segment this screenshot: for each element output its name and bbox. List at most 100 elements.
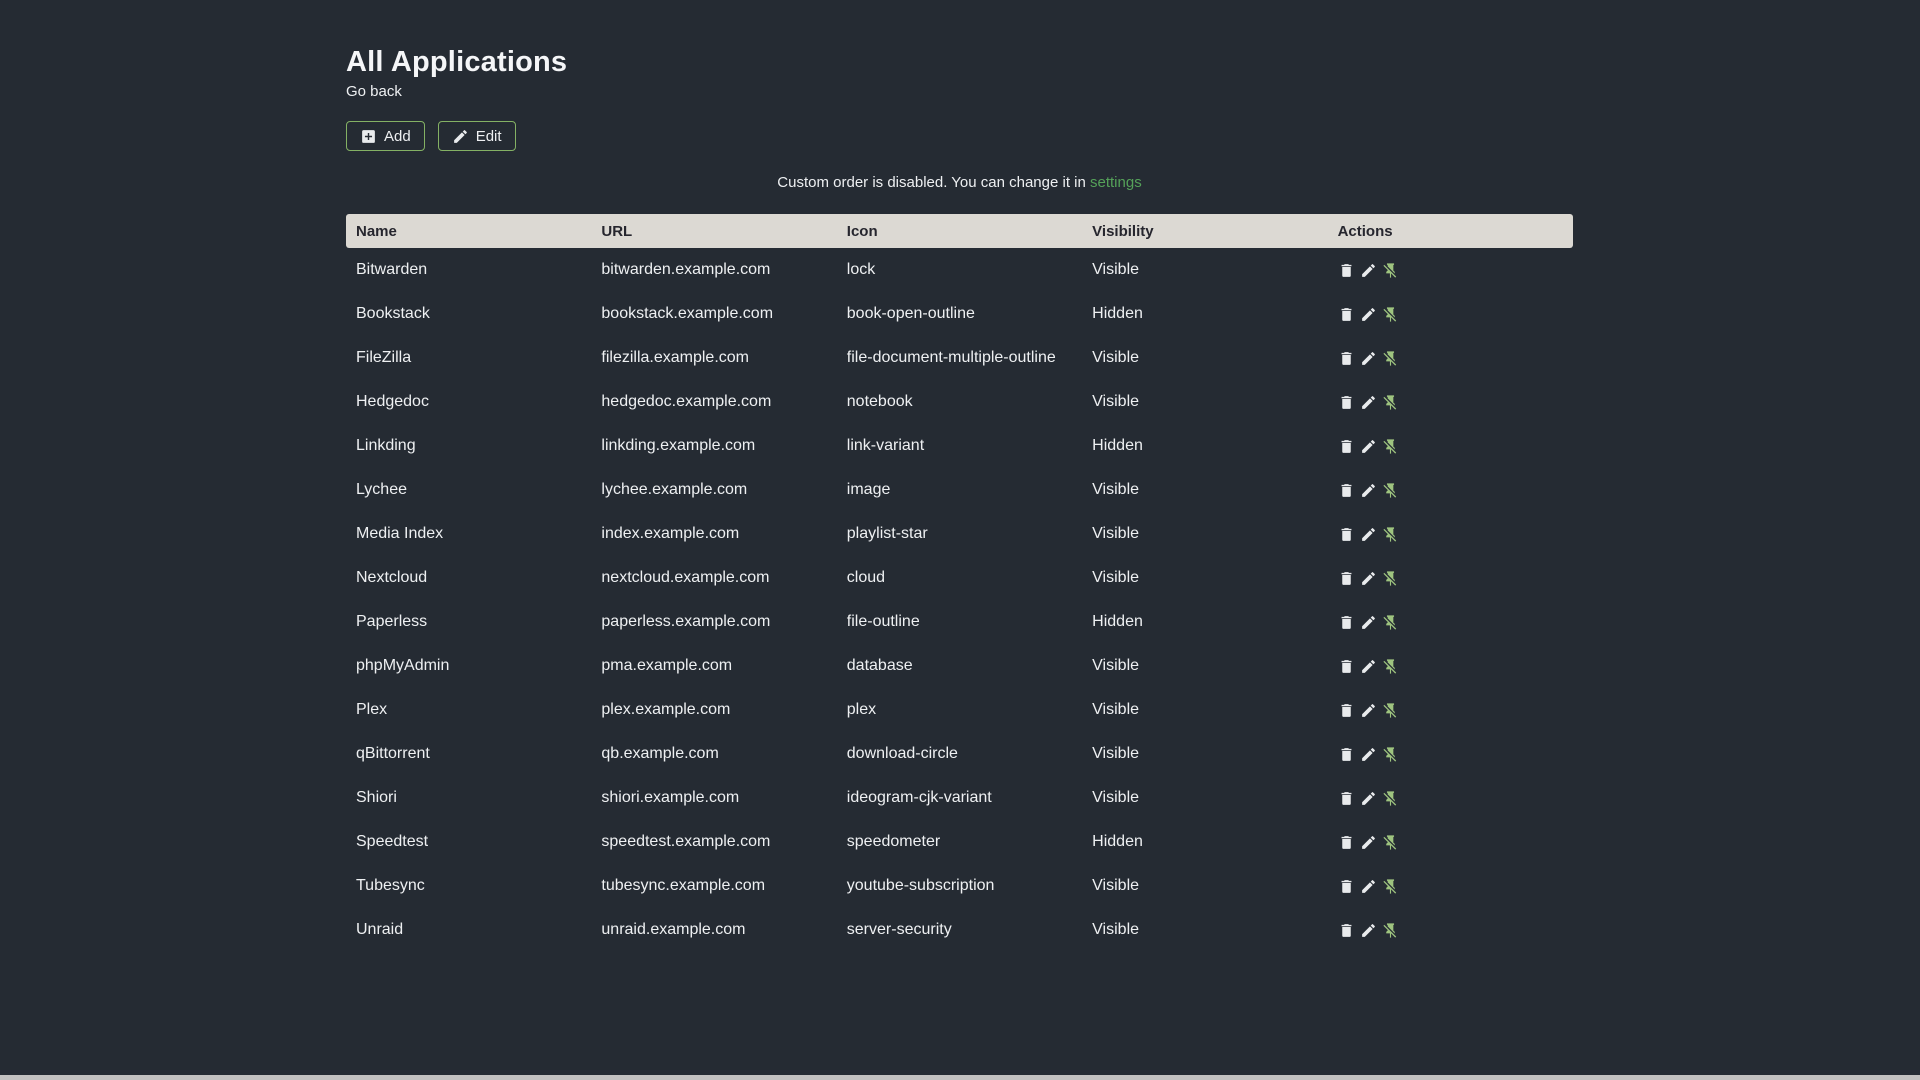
applications-table: Name URL Icon Visibility Actions Bitward…: [346, 214, 1573, 952]
app-icon-cell: database: [846, 657, 913, 674]
app-icon-cell: image: [846, 481, 891, 498]
delete-button[interactable]: [1338, 526, 1355, 543]
app-icon-cell: link-variant: [846, 437, 925, 454]
delete-button[interactable]: [1338, 350, 1355, 367]
settings-link[interactable]: settings: [1090, 174, 1142, 191]
unpin-button[interactable]: [1382, 922, 1399, 939]
app-visibility-cell: Hidden: [1092, 833, 1143, 850]
pin-off-icon: [1382, 262, 1396, 278]
delete-button[interactable]: [1338, 702, 1355, 719]
unpin-button[interactable]: [1382, 658, 1399, 675]
app-name-cell: Paperless: [356, 613, 428, 630]
app-icon-cell: book-open-outline: [846, 305, 975, 322]
pencil-icon: [1361, 483, 1375, 497]
pencil-icon: [1361, 879, 1375, 893]
edit-row-button[interactable]: [1360, 482, 1377, 499]
edit-row-button[interactable]: [1360, 306, 1377, 323]
trash-icon: [1341, 483, 1352, 497]
delete-button[interactable]: [1338, 658, 1355, 675]
trash-icon: [1341, 879, 1352, 893]
app-icon-cell: file-outline: [846, 613, 920, 630]
edit-row-button[interactable]: [1360, 658, 1377, 675]
pin-off-icon: [1382, 834, 1396, 850]
go-back-link[interactable]: Go back: [346, 83, 402, 101]
unpin-button[interactable]: [1382, 570, 1399, 587]
delete-button[interactable]: [1338, 878, 1355, 895]
delete-button[interactable]: [1338, 262, 1355, 279]
pencil-icon: [1361, 791, 1375, 805]
app-icon-cell: plex: [846, 701, 877, 718]
edit-row-button[interactable]: [1360, 834, 1377, 851]
app-url-cell: hedgedoc.example.com: [601, 393, 772, 410]
add-button[interactable]: Add: [346, 121, 425, 151]
unpin-button[interactable]: [1382, 350, 1399, 367]
table-row: Linkding linkding.example.com link-varia…: [346, 424, 1573, 468]
app-url-cell: qb.example.com: [601, 745, 719, 762]
edit-row-button[interactable]: [1360, 614, 1377, 631]
app-url-cell: unraid.example.com: [601, 921, 746, 938]
table-row: Bitwarden bitwarden.example.com lock Vis…: [346, 248, 1573, 292]
delete-button[interactable]: [1338, 790, 1355, 807]
edit-row-button[interactable]: [1360, 702, 1377, 719]
pin-off-icon: [1382, 790, 1396, 806]
delete-button[interactable]: [1338, 922, 1355, 939]
unpin-button[interactable]: [1382, 702, 1399, 719]
unpin-button[interactable]: [1382, 306, 1399, 323]
trash-icon: [1341, 923, 1352, 937]
pencil-icon: [1361, 351, 1375, 365]
edit-row-button[interactable]: [1360, 922, 1377, 939]
table-row: Tubesync tubesync.example.com youtube-su…: [346, 864, 1573, 908]
delete-button[interactable]: [1338, 570, 1355, 587]
unpin-button[interactable]: [1382, 482, 1399, 499]
app-actions-cell: [1328, 790, 1573, 807]
column-header-visibility: Visibility: [1092, 222, 1154, 240]
unpin-button[interactable]: [1382, 834, 1399, 851]
edit-row-button[interactable]: [1360, 350, 1377, 367]
pin-off-icon: [1382, 746, 1396, 762]
unpin-button[interactable]: [1382, 790, 1399, 807]
app-name-cell: Unraid: [356, 921, 404, 938]
app-url-cell: speedtest.example.com: [601, 833, 771, 850]
app-name-cell: Media Index: [356, 525, 444, 542]
edit-row-button[interactable]: [1360, 746, 1377, 763]
delete-button[interactable]: [1338, 614, 1355, 631]
delete-button[interactable]: [1338, 306, 1355, 323]
unpin-button[interactable]: [1382, 438, 1399, 455]
app-url-cell: plex.example.com: [601, 701, 731, 718]
unpin-button[interactable]: [1382, 878, 1399, 895]
unpin-button[interactable]: [1382, 262, 1399, 279]
column-header-icon: Icon: [846, 222, 878, 240]
edit-row-button[interactable]: [1360, 262, 1377, 279]
unpin-button[interactable]: [1382, 526, 1399, 543]
edit-row-button[interactable]: [1360, 438, 1377, 455]
app-name-cell: phpMyAdmin: [356, 657, 450, 674]
horizontal-scrollbar[interactable]: [0, 1075, 1920, 1080]
app-name-cell: Linkding: [356, 437, 416, 454]
pin-off-icon: [1382, 702, 1396, 718]
table-body: Bitwarden bitwarden.example.com lock Vis…: [346, 248, 1573, 952]
unpin-button[interactable]: [1382, 394, 1399, 411]
delete-button[interactable]: [1338, 482, 1355, 499]
trash-icon: [1341, 527, 1352, 541]
edit-button[interactable]: Edit: [437, 121, 516, 151]
delete-button[interactable]: [1338, 438, 1355, 455]
table-row: Media Index index.example.com playlist-s…: [346, 512, 1573, 556]
delete-button[interactable]: [1338, 746, 1355, 763]
trash-icon: [1341, 703, 1352, 717]
column-header-url: URL: [601, 222, 633, 240]
table-row: Unraid unraid.example.com server-securit…: [346, 908, 1573, 952]
edit-row-button[interactable]: [1360, 394, 1377, 411]
pin-off-icon: [1382, 658, 1396, 674]
edit-row-button[interactable]: [1360, 878, 1377, 895]
edit-row-button[interactable]: [1360, 570, 1377, 587]
unpin-button[interactable]: [1382, 746, 1399, 763]
edit-row-button[interactable]: [1360, 790, 1377, 807]
delete-button[interactable]: [1338, 394, 1355, 411]
unpin-button[interactable]: [1382, 614, 1399, 631]
edit-row-button[interactable]: [1360, 526, 1377, 543]
app-icon-cell: notebook: [846, 393, 913, 410]
app-visibility-cell: Visible: [1092, 657, 1140, 674]
table-row: FileZilla filezilla.example.com file-doc…: [346, 336, 1573, 380]
app-actions-cell: [1328, 482, 1573, 499]
delete-button[interactable]: [1338, 834, 1355, 851]
